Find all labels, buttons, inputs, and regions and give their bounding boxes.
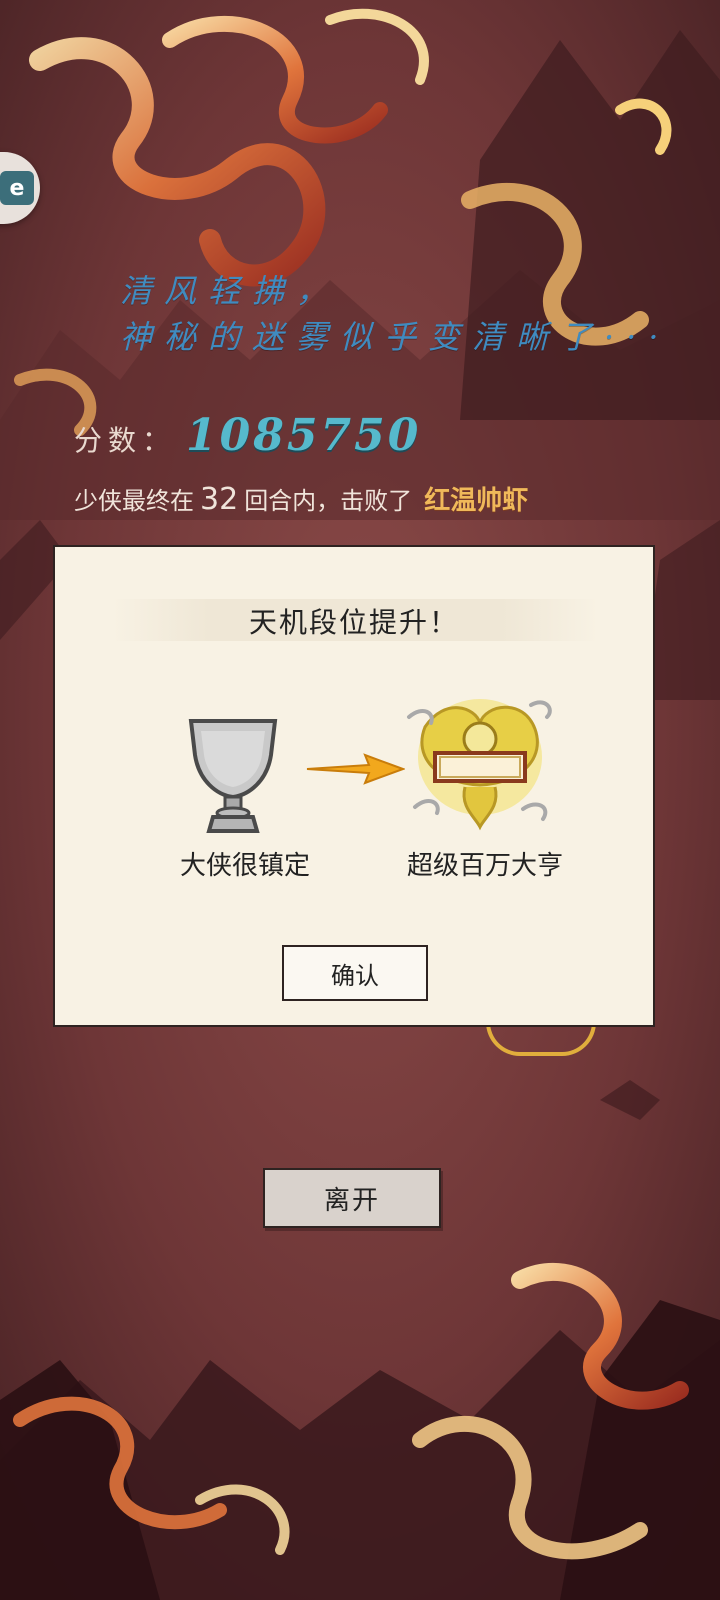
boss-name: 红温帅虾 xyxy=(424,486,529,516)
dialog-title: 天机段位提升！ xyxy=(248,606,459,639)
score-row: 分数： 1085750 xyxy=(74,410,421,461)
result-prefix: 少侠最终在 xyxy=(74,487,194,515)
confirm-button[interactable]: 确认 xyxy=(282,945,428,1001)
leave-button[interactable]: 离开 xyxy=(263,1168,441,1228)
poem-line-2: 神秘的迷雾似乎变清晰了··· xyxy=(120,318,671,356)
poem-text: 清风轻拂， 神秘的迷雾似乎变清晰了··· xyxy=(120,268,671,360)
app-logo-icon: e xyxy=(0,171,34,205)
score-value: 1085750 xyxy=(186,410,422,461)
poem-line-1: 清风轻拂， xyxy=(120,272,341,310)
result-middle: 回合内，击败了 xyxy=(244,487,413,515)
arrow-right-icon xyxy=(306,753,405,785)
silver-trophy-icon xyxy=(188,719,278,833)
new-rank-label: 超级百万大亨 xyxy=(406,851,563,881)
gold-ring-decoration xyxy=(486,1022,596,1056)
rank-up-dialog: 天机段位提升！ 大侠很镇定 超级百万大亨 确认 xyxy=(53,545,655,1027)
score-label: 分数： xyxy=(74,424,177,457)
golden-dragon-badge-icon xyxy=(407,699,552,831)
round-count: 32 xyxy=(200,482,239,517)
previous-rank-label: 大侠很镇定 xyxy=(179,851,310,881)
battle-result-text: 少侠最终在 32 回合内，击败了 红温帅虾 xyxy=(74,480,528,517)
